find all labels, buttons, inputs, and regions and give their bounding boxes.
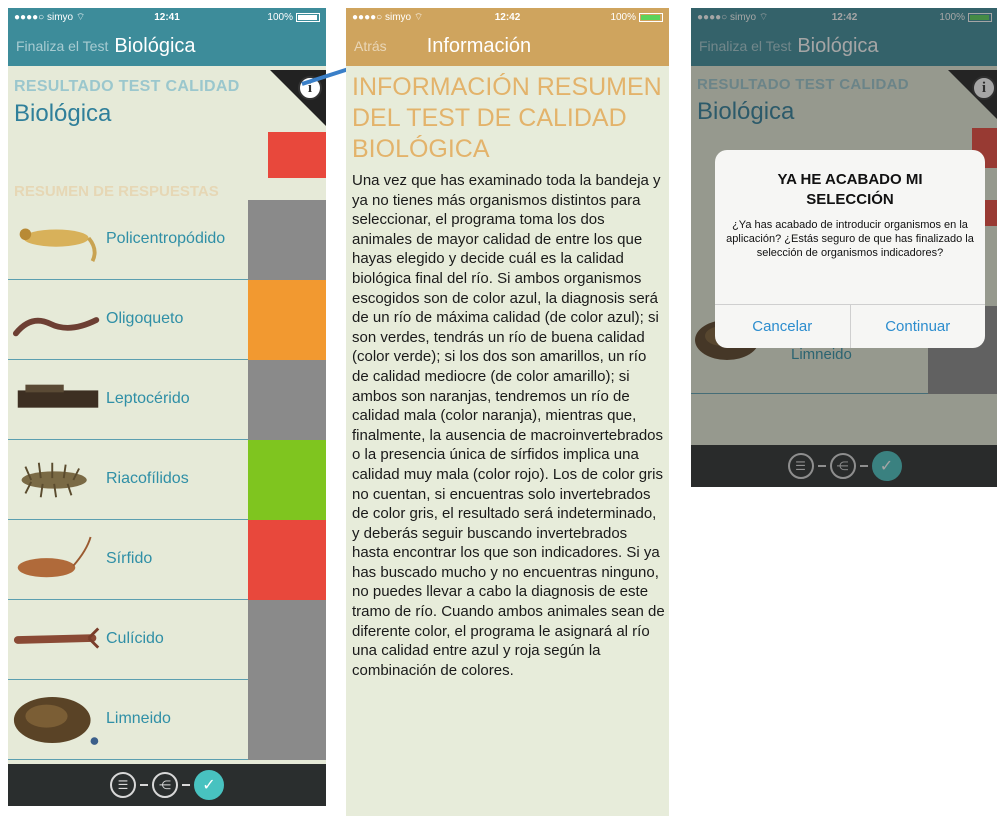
result-subtitle: Biológica (14, 100, 112, 127)
battery-percent: 100% (610, 11, 637, 23)
results-screen: ●●●●○ simyo ⌔ 12:41 100% Finaliza el Tes… (8, 8, 326, 806)
organism-color (248, 440, 326, 520)
organism-name: Policentropódido (106, 230, 226, 247)
clock: 12:42 (494, 11, 521, 23)
organism-row[interactable]: Oligoqueto (8, 280, 326, 360)
battery-indicator: 100% (559, 11, 664, 23)
caddisfly-larva-photo (19, 228, 97, 262)
organism-color (248, 200, 326, 280)
battery-icon (639, 12, 664, 22)
organism-name: Culícido (106, 630, 164, 647)
organism-row[interactable]: Leptocérido (8, 360, 326, 440)
carrier-label: ●●●●○ simyo ⌔ (352, 11, 424, 23)
page-title: Información (426, 34, 532, 57)
organism-row[interactable]: Culícido (8, 600, 326, 680)
list-icon[interactable]: ☰ (110, 772, 136, 798)
nav-bar: Finaliza el Test Biológica (8, 26, 326, 66)
confirm-dialog: YA HE ACABADO MI SELECCIÓN ¿Ya has acaba… (715, 150, 985, 348)
network-icon[interactable]: ⋲ (152, 772, 178, 798)
organism-row[interactable]: Policentropódido (8, 200, 326, 280)
dialog-title: YA HE ACABADO MI SELECCIÓN (777, 171, 923, 208)
mosquito-larva-photo (13, 627, 100, 649)
battery-percent: 100% (267, 11, 293, 23)
organism-color (248, 360, 326, 440)
continue-button[interactable]: Continuar (849, 305, 986, 348)
info-body: Una vez que has examinado toda la bandej… (352, 172, 665, 679)
clock: 12:41 (154, 11, 180, 23)
organism-name: Riacofílidos (106, 470, 189, 487)
nav-bar: Atrás Información (346, 26, 669, 66)
battery-indicator: 100% (218, 12, 320, 23)
status-bar: ●●●●○ simyo ⌔ 12:41 100% (8, 8, 326, 26)
organism-color (248, 520, 326, 600)
organism-color (248, 600, 326, 680)
info-title: INFORMACIÓN RESUMEN DEL TEST DE CALIDAD … (352, 73, 662, 163)
information-screen: ●●●●○ simyo ⌔ 12:42 100% Atrás Informaci… (346, 8, 669, 816)
check-icon[interactable]: ✓ (194, 770, 224, 800)
battery-icon (296, 12, 320, 22)
snail-photo (13, 697, 99, 745)
organism-name: Limneido (106, 710, 171, 727)
dialog-buttons: Cancelar Continuar (715, 304, 985, 348)
worm-photo (12, 317, 100, 337)
status-bar: ●●●●○ simyo ⌔ 12:42 100% (346, 8, 669, 26)
summary-heading: RESUMEN DE RESPUESTAS (14, 183, 219, 200)
page-title: Biológica (114, 34, 196, 57)
tab-bar: ☰ ⋲ ✓ (8, 764, 326, 806)
organism-name: Oligoqueto (106, 310, 184, 327)
organism-color (248, 680, 326, 760)
organism-color (248, 280, 326, 360)
back-button[interactable]: Atrás (354, 38, 387, 54)
result-color-indicator (268, 132, 326, 178)
organism-name: Sírfido (106, 550, 153, 567)
carrier-label: ●●●●○ simyo ⌔ (14, 11, 86, 23)
result-heading: RESULTADO TEST CALIDAD (14, 78, 240, 95)
rat-tailed-larva-photo (17, 536, 92, 578)
tab-connector (140, 784, 148, 786)
organism-list: Policentropódido Oligoqueto Leptocérido Ria… (8, 200, 326, 760)
organism-row[interactable]: Sírfido (8, 520, 326, 600)
confirm-screen: ●●●●○ simyo ⌔ 12:42 100% Finaliza el Tes… (691, 8, 997, 487)
organism-name: Leptocérido (106, 390, 190, 407)
finish-test-button[interactable]: Finaliza el Test (16, 38, 108, 54)
organism-row[interactable]: Riacofílidos (8, 440, 326, 520)
cancel-button[interactable]: Cancelar (715, 305, 850, 348)
dialog-message: ¿Ya has acabado de introducir organismos… (726, 219, 974, 259)
larva-photo (21, 462, 87, 498)
tab-connector (182, 784, 190, 786)
case-larva-photo (17, 384, 99, 408)
organism-row[interactable]: Limneido (8, 680, 326, 760)
